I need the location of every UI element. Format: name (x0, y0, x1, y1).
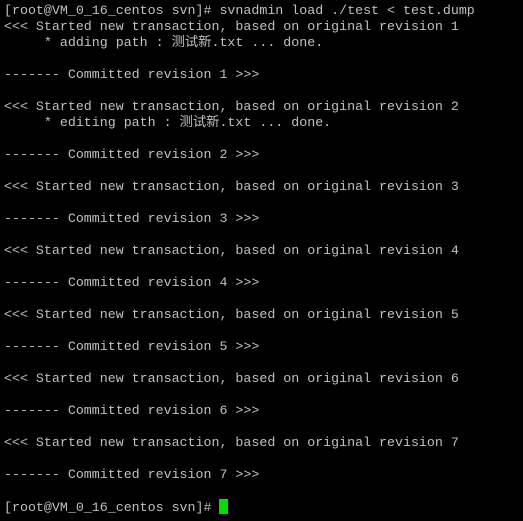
output-line: ------- Committed revision 5 >>> (4, 339, 260, 354)
output-line: ------- Committed revision 4 >>> (4, 275, 260, 290)
output-line: ------- Committed revision 2 >>> (4, 147, 260, 162)
output-line: ------- Committed revision 6 >>> (4, 403, 260, 418)
prompt-line[interactable]: [root@VM_0_16_centos svn]# (4, 499, 523, 515)
output-lines: [root@VM_0_16_centos svn]# svnadmin load… (4, 3, 523, 499)
output-line: <<< Started new transaction, based on or… (4, 371, 459, 386)
shell-prompt: [root@VM_0_16_centos svn]# (4, 500, 220, 515)
output-line: ------- Committed revision 7 >>> (4, 467, 260, 482)
output-line: [root@VM_0_16_centos svn]# svnadmin load… (4, 3, 475, 18)
output-line: <<< Started new transaction, based on or… (4, 435, 459, 450)
output-line: <<< Started new transaction, based on or… (4, 99, 459, 114)
output-line: <<< Started new transaction, based on or… (4, 307, 459, 322)
output-line: <<< Started new transaction, based on or… (4, 243, 459, 258)
output-line: <<< Started new transaction, based on or… (4, 179, 459, 194)
output-line: ------- Committed revision 3 >>> (4, 211, 260, 226)
cursor (219, 499, 229, 514)
output-line: <<< Started new transaction, based on or… (4, 19, 459, 34)
output-line: * adding path : 测试新.txt ... done. (4, 35, 324, 50)
output-line: ------- Committed revision 1 >>> (4, 67, 260, 82)
output-line: * editing path : 测试新.txt ... done. (4, 115, 332, 130)
terminal-output[interactable]: [root@VM_0_16_centos svn]# svnadmin load… (4, 3, 523, 521)
